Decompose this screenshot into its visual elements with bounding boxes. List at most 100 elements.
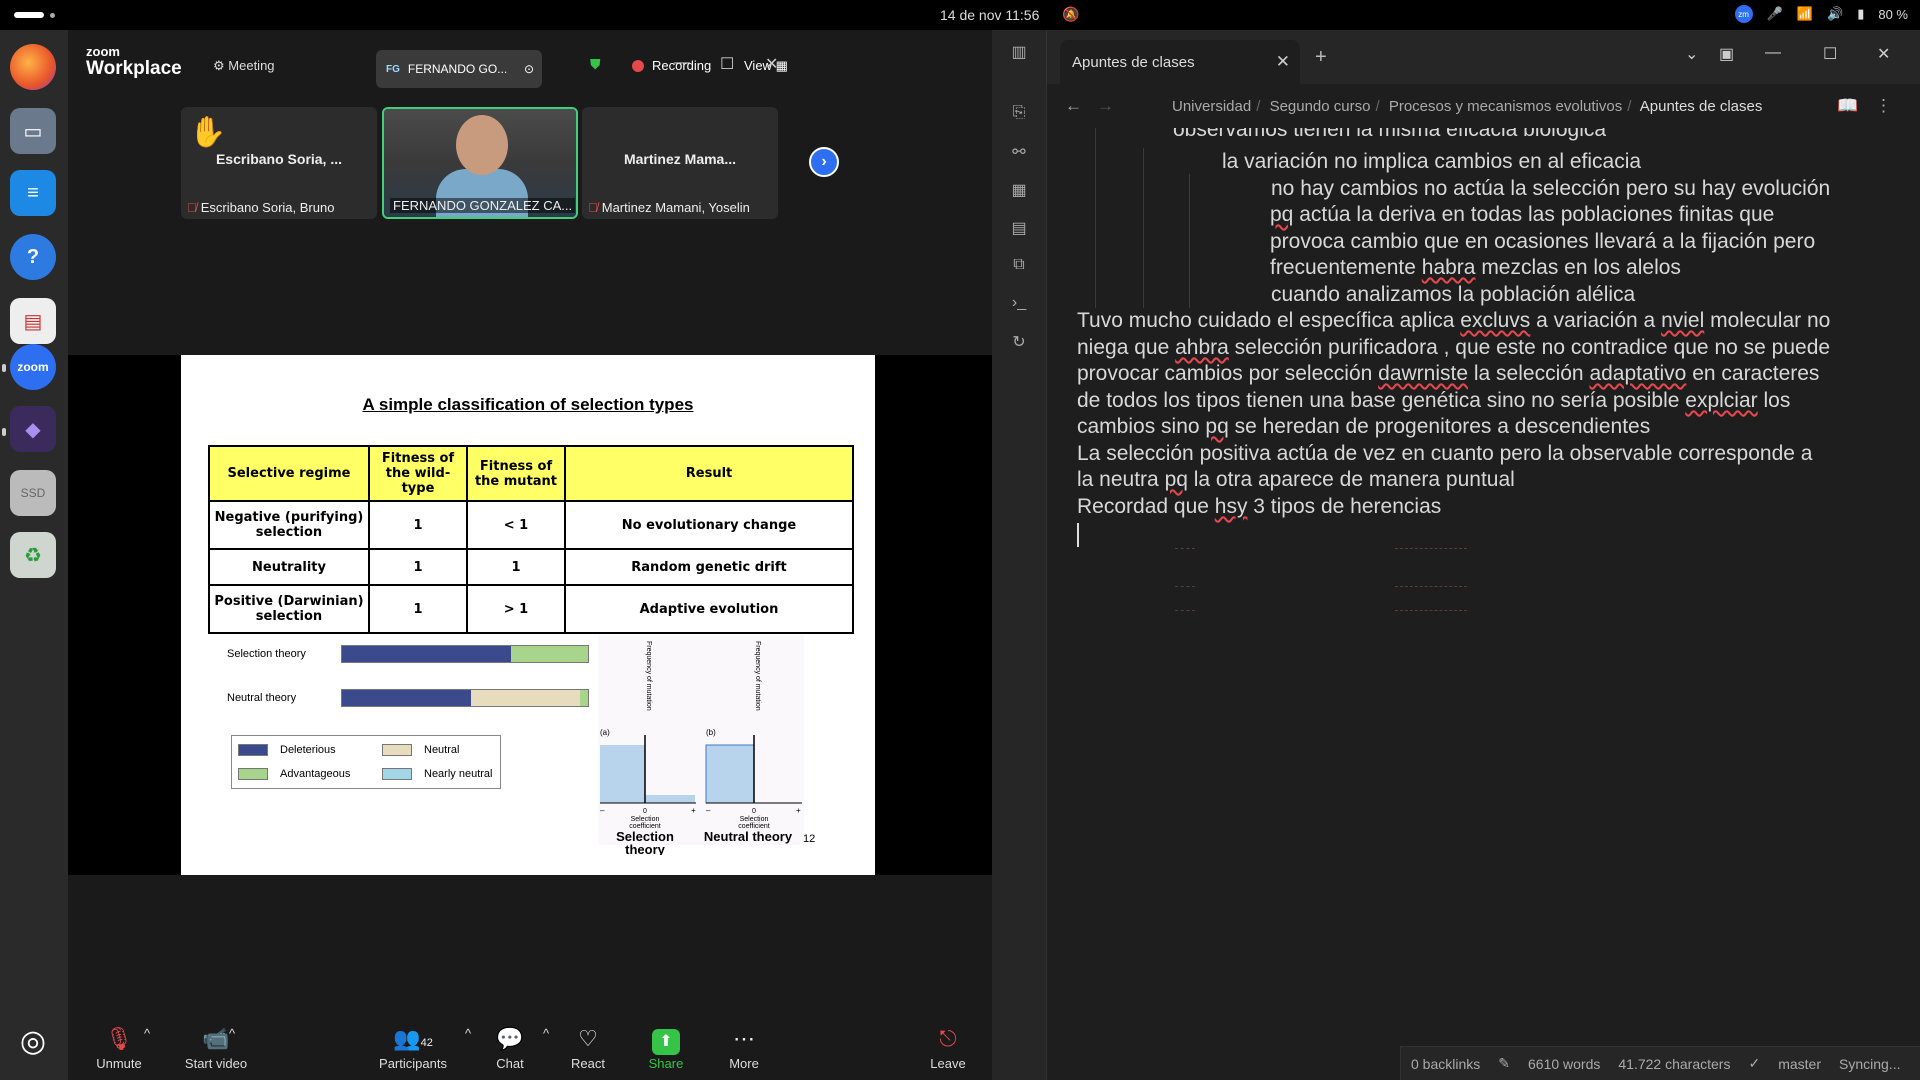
neutral-segment [470, 690, 581, 706]
legend-swatch [382, 744, 412, 756]
histogram-fill-b [705, 744, 755, 804]
participant-tile[interactable]: Martinez Mama... 🎙̸ Martinez Mamani, Yos… [582, 107, 778, 219]
more-icon[interactable]: ⊙ [524, 62, 534, 76]
quick-switcher-icon[interactable]: ⎘ [1008, 104, 1030, 126]
firefox-icon[interactable] [10, 44, 56, 90]
deleterious-segment [342, 690, 471, 706]
microphone-icon: 🎤 [1766, 6, 1783, 21]
activities-indicator[interactable] [14, 12, 44, 18]
meeting-info-button[interactable]: ⚙ Meeting [213, 58, 275, 74]
muted-mic-icon: 🎙̸ [588, 200, 598, 215]
breadcrumb-item[interactable]: Apuntes de clases [1640, 98, 1763, 115]
security-shield-icon[interactable]: ⛊ [590, 56, 601, 73]
sync-history-icon[interactable]: ↻ [1008, 332, 1030, 354]
table-cell: Random genetic drift [564, 548, 854, 586]
ubuntu-icon[interactable]: ◎ [10, 1018, 56, 1064]
legend-item: Nearly neutral [382, 768, 492, 780]
tab-list-chevron-icon[interactable]: ⌄ [1685, 44, 1698, 64]
table-row: Neutrality 1 1 Random genetic drift [208, 548, 854, 586]
muted-mic-icon: 🎙 [105, 1026, 133, 1051]
share-button[interactable]: ⬆ Share [636, 1026, 696, 1071]
react-button[interactable]: ♡ React [558, 1026, 618, 1071]
more-button[interactable]: ⋯ More [714, 1026, 774, 1071]
zoom-tray-icon[interactable]: zm [1734, 5, 1753, 23]
folder-icon[interactable]: ▭ [10, 108, 56, 154]
audio-options-caret[interactable]: ^ [144, 1026, 150, 1041]
document-icon[interactable]: ≡ [10, 170, 56, 216]
canvas-icon[interactable]: ▦ [1008, 180, 1030, 202]
maximize-button[interactable]: ☐ [720, 54, 734, 74]
close-button[interactable]: ✕ [765, 54, 778, 74]
tab-title: Apuntes de clases [1072, 54, 1195, 71]
participant-label: 🎙̸ Escribano Soria, Bruno [187, 200, 334, 215]
graph-view-icon[interactable]: ⚯ [1008, 142, 1030, 164]
note-editor[interactable]: observamos tienen la misma eficacia biol… [1047, 128, 1920, 1068]
legend-swatch [238, 768, 268, 780]
forward-arrow-icon[interactable]: → [1097, 96, 1114, 116]
x-label-a-1: Selection [631, 816, 660, 823]
participants-caret[interactable]: ^ [465, 1026, 471, 1041]
slide-title: A simple classification of selection typ… [362, 395, 694, 414]
active-speaker-chip[interactable]: FG FERNANDO GO... ⊙ [376, 50, 542, 88]
next-page-button[interactable]: › [809, 147, 839, 177]
raised-hand-icon: ✋ [189, 116, 227, 149]
close-button[interactable]: ✕ [1877, 44, 1890, 64]
system-tray[interactable]: zm 🎤 📶 🔊 ▮ 80 % [1734, 5, 1908, 23]
table-header-row: Selective regime Fitness of the wild-typ… [208, 445, 854, 502]
more-options-icon[interactable]: ⋮ [1875, 96, 1892, 116]
video-options-caret[interactable]: ^ [229, 1026, 235, 1041]
reader-icon[interactable]: ▤ [10, 298, 56, 344]
table-cell: 1 [368, 500, 468, 550]
breadcrumb-item[interactable]: Procesos y mecanismos evolutivos [1389, 98, 1622, 115]
battery-percent: 80 % [1878, 6, 1908, 22]
mutation-frequency-figure: Frequency of mutation Frequency of mutat… [598, 635, 804, 857]
indent-guide [1143, 148, 1144, 308]
minimize-button[interactable]: — [674, 54, 690, 72]
faint-mark [1395, 610, 1467, 611]
reading-view-icon[interactable]: 📖 [1837, 96, 1858, 116]
sidebar-toggle-icon[interactable]: ▥ [1008, 42, 1030, 64]
note-line: Recordad que hsy 3 tipos de herencias [1077, 495, 1442, 518]
table-header: Fitness of the wild-type [368, 445, 468, 502]
command-palette-icon[interactable]: ›_ [1008, 294, 1030, 316]
note-line: la variación no implica cambios en al ef… [1222, 150, 1642, 173]
breadcrumb-item[interactable]: Segundo curso [1270, 98, 1371, 115]
help-icon[interactable]: ? [10, 234, 56, 280]
backlinks-count[interactable]: 0 backlinks [1411, 1056, 1480, 1072]
back-arrow-icon[interactable]: ← [1065, 96, 1082, 116]
video-person-face [456, 115, 508, 175]
zoom-icon[interactable]: zoom [10, 344, 56, 390]
word-count: 6610 words [1528, 1055, 1601, 1072]
clock[interactable]: 14 de nov 11:56 [940, 7, 1039, 23]
chat-caret[interactable]: ^ [543, 1026, 549, 1041]
more-icon: ⋯ [733, 1026, 755, 1051]
trash-icon[interactable]: ♻ [10, 532, 56, 578]
advantageous-segment [580, 690, 588, 706]
templates-icon[interactable]: ⧉ [1008, 256, 1030, 278]
participant-name: Escribano Soria, Bruno [200, 200, 335, 215]
drive-icon[interactable]: SSD [10, 470, 56, 516]
edit-pencil-icon[interactable]: ✎ [1498, 1055, 1510, 1072]
text-cursor [1077, 523, 1079, 547]
unmute-label: Unmute [96, 1056, 142, 1071]
panel-label-b: (b) [706, 728, 716, 737]
participant-tile[interactable]: ✋ Escribano Soria, ... 🎙̸ Escribano Sori… [181, 107, 377, 219]
unmute-button[interactable]: 🎙 Unmute [88, 1026, 150, 1071]
start-video-button[interactable]: 📹 Start video [166, 1026, 266, 1071]
tab-apuntes[interactable]: Apuntes de clases ✕ [1060, 40, 1300, 84]
sync-status[interactable]: Syncing... [1839, 1056, 1900, 1072]
participants-button[interactable]: 👥42 Participants [368, 1026, 458, 1071]
close-tab-icon[interactable]: ✕ [1276, 52, 1290, 72]
participant-tile-active[interactable]: FERNANDO GONZALEZ CA... [382, 107, 578, 219]
git-branch[interactable]: master [1778, 1056, 1821, 1072]
maximize-button[interactable]: ☐ [1823, 44, 1837, 64]
new-tab-button[interactable]: + [1315, 46, 1327, 69]
obsidian-icon[interactable]: ◆ [10, 406, 56, 452]
right-sidebar-toggle-icon[interactable]: ▣ [1719, 44, 1734, 64]
daily-note-icon[interactable]: ▤ [1008, 218, 1030, 240]
minimize-button[interactable]: — [1765, 44, 1781, 62]
recording-indicator[interactable]: Recording [632, 58, 711, 73]
leave-button[interactable]: ⎋ Leave [918, 1026, 978, 1071]
chat-button[interactable]: 💬 Chat [480, 1026, 540, 1071]
breadcrumb-item[interactable]: Universidad [1172, 98, 1251, 115]
